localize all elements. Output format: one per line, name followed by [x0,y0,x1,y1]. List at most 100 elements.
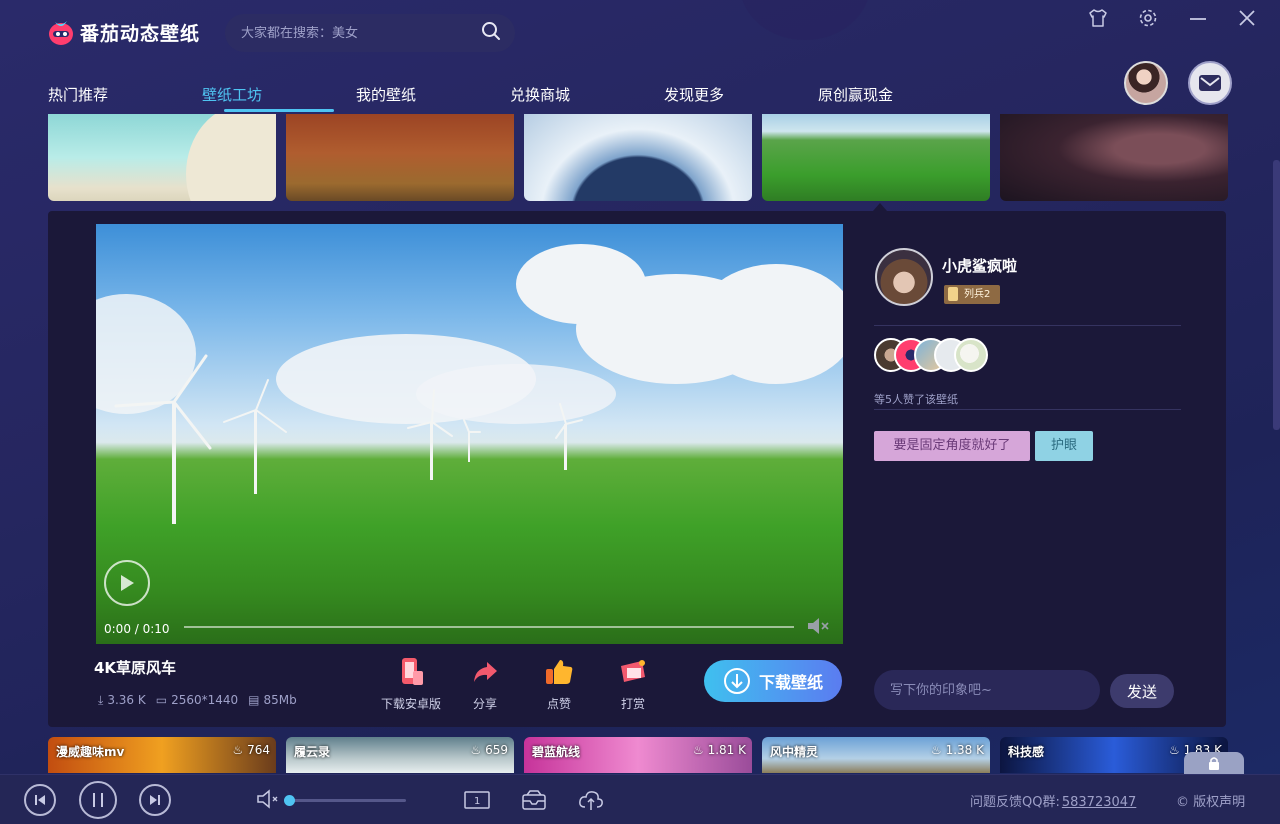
volume-mute-icon[interactable] [256,789,282,813]
previous-icon [35,795,45,805]
wallpaper-meta: ⤓ 3.36 K ▭ 2560*1440 ▤ 85Mb [98,693,297,708]
qq-group-link[interactable]: 583723047 [1062,795,1136,810]
video-time: 0:00 / 0:10 [104,622,170,636]
selection-pointer [873,203,887,211]
send-button[interactable]: 发送 [1110,674,1174,708]
search-input[interactable] [241,25,481,41]
heat-count: ♨ 1.81 K [693,743,746,757]
heat-count: ♨ 764 [232,743,270,757]
author-avatar[interactable] [875,248,933,306]
upload-icon[interactable] [578,789,604,815]
settings-icon[interactable] [1136,6,1160,30]
file-icon: ▤ [248,693,260,707]
lock-button[interactable] [1184,752,1244,774]
download-count-icon: ⤓ [98,693,104,707]
flame-icon: ♨ [1169,743,1184,757]
download-wallpaper-button[interactable]: 下载壁纸 [704,660,842,702]
copyright-link[interactable]: © 版权声明 [1176,791,1245,810]
wallpaper-thumbnail[interactable]: 风中精灵 ♨ 1.38 K [762,737,990,773]
volume-knob[interactable] [284,795,295,806]
author-name[interactable]: 小虎鲨疯啦 [942,255,1017,276]
wallpaper-thumbnail[interactable]: 履云录 ♨ 659 [286,737,514,773]
wallpaper-thumbnail[interactable] [1000,114,1228,201]
pause-icon [93,793,103,807]
skin-icon[interactable] [1086,6,1110,30]
video-preview[interactable]: 0:00 / 0:10 [96,224,843,644]
heat-count: ♨ 659 [470,743,508,757]
nav-item-hot[interactable]: 热门推荐 [48,84,202,106]
rank-badge: 列兵2 [944,285,1001,304]
feedback-group: 问题反馈QQ群: 583723047 [970,795,1137,810]
nav-item-discover[interactable]: 发现更多 [664,84,818,106]
scrollbar[interactable] [1273,160,1280,430]
rank-medal-icon [948,287,958,301]
play-button[interactable] [104,560,150,606]
search-icon[interactable] [481,21,501,45]
turbine-blades [114,354,583,450]
volume-mute-icon[interactable] [806,616,832,640]
search-bar[interactable] [225,14,515,52]
share-icon [470,657,500,687]
play-icon [121,575,134,591]
gift-icon [618,657,648,687]
impression-tag[interactable]: 护眼 [1035,431,1093,461]
share-button[interactable]: 分享 [448,657,522,712]
wallpaper-thumbnail[interactable] [48,114,276,201]
flame-icon: ♨ [931,743,946,757]
close-icon[interactable] [1235,6,1259,30]
download-icon [723,668,750,694]
flame-icon: ♨ [232,743,248,757]
like-button[interactable]: 点赞 [522,657,596,712]
player-bar: 1 问题反馈QQ群: 583723047 © 版权声明 [0,774,1280,824]
monitor-icon: ▭ [155,693,168,707]
file-size: ▤ 85Mb [248,693,297,707]
wallpaper-detail-panel: 0:00 / 0:10 4K草原风车 ⤓ 3.36 K ▭ 2560*1440 ▤ 8… [48,211,1226,727]
next-button[interactable] [139,784,171,816]
impression-tag[interactable]: 要是固定角度就好了 [874,431,1030,461]
tip-button[interactable]: 打赏 [596,657,670,712]
thumbs-up-icon [544,657,574,687]
wallpaper-thumbnail[interactable] [286,114,514,201]
screen-icon[interactable]: 1 [464,789,490,815]
previous-button[interactable] [24,784,56,816]
user-avatar[interactable] [1124,61,1168,105]
main-nav: 热门推荐 壁纸工坊 我的壁纸 兑换商城 发现更多 原创赢现金 [48,84,938,112]
avatar[interactable] [954,338,988,372]
resolution: ▭ 2560*1440 [155,693,239,707]
comment-input[interactable] [874,670,1100,710]
nav-item-original-cash[interactable]: 原创赢现金 [818,84,938,106]
wallpaper-thumbnail[interactable] [524,114,752,201]
divider [874,409,1181,410]
next-icon [150,795,160,805]
phone-icon [396,657,426,687]
nav-item-workshop[interactable]: 壁纸工坊 [202,84,356,112]
flame-icon: ♨ [470,743,486,757]
wallpaper-grid-bottom: 漫威趣味mv ♨ 764 履云录 ♨ 659 碧蓝航线 ♨ 1.81 K 风中精… [48,737,1228,773]
app-logo: 番茄动态壁纸 [48,18,200,46]
volume-slider[interactable] [288,799,406,802]
lock-icon [1209,757,1219,770]
divider [874,325,1181,326]
svg-text:1: 1 [474,796,480,807]
background-decoration [740,0,870,40]
wallpaper-grid-top [48,114,1228,201]
likes-text: 等5人赞了该壁纸 [874,393,958,406]
mail-button[interactable] [1188,61,1232,105]
app-name: 番茄动态壁纸 [80,22,201,45]
minimize-icon[interactable] [1186,6,1210,30]
download-android-button[interactable]: 下载安卓版 [374,657,448,712]
video-progress-bar[interactable] [184,626,794,628]
pause-button[interactable] [79,781,117,819]
wallpaper-title: 4K草原风车 [94,659,177,677]
wallpaper-thumbnail[interactable]: 碧蓝航线 ♨ 1.81 K [524,737,752,773]
download-count: ⤓ 3.36 K [98,693,146,707]
flame-icon: ♨ [693,743,708,757]
likers-avatars [874,338,988,372]
wallpaper-thumbnail-selected[interactable] [762,114,990,201]
wallpaper-library-icon[interactable] [522,789,546,815]
mail-icon [1199,75,1221,91]
action-bar: 下载安卓版 分享 点赞 打赏 [374,657,670,712]
nav-item-my-wallpapers[interactable]: 我的壁纸 [356,84,510,106]
wallpaper-thumbnail[interactable]: 漫威趣味mv ♨ 764 [48,737,276,773]
nav-item-store[interactable]: 兑换商城 [510,84,664,106]
